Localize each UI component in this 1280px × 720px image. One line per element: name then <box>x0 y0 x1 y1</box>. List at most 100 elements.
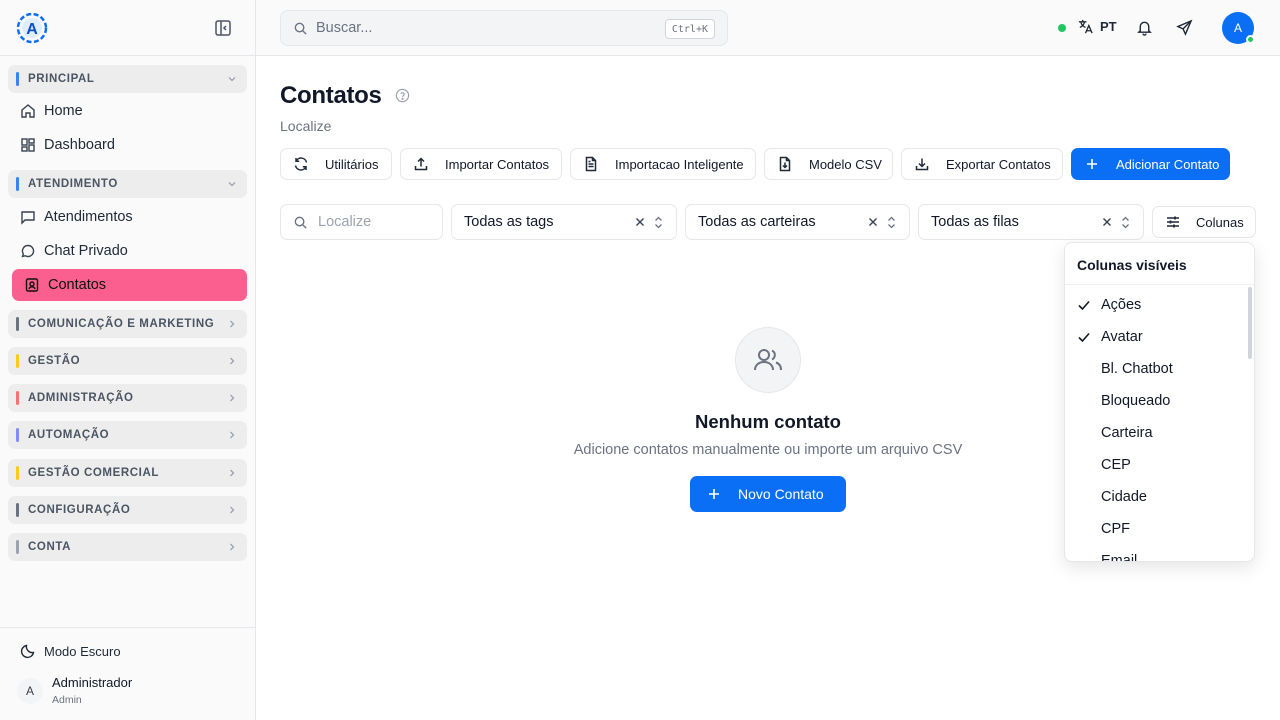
colunas-button[interactable]: Colunas <box>1152 206 1256 238</box>
nav-group-comunicacao[interactable]: COMUNICAÇÃO E MARKETING <box>8 310 247 338</box>
columns-dropdown-menu: Colunas visíveis Ações Avatar Bl. Chatbo… <box>1064 242 1255 562</box>
file-text-icon <box>583 156 599 172</box>
select-value: Todas as tags <box>464 214 554 230</box>
chevron-right-icon <box>227 319 237 329</box>
utilitarios-button[interactable]: Utilitários <box>280 148 392 180</box>
clear-icon[interactable] <box>1101 216 1113 228</box>
chevrons-up-down-icon <box>886 216 897 229</box>
topbar: Buscar... Ctrl+K PT A <box>256 0 1280 56</box>
column-option-bloqueado[interactable]: Bloqueado <box>1065 385 1245 417</box>
sidebar-item-home[interactable]: Home <box>12 95 247 127</box>
sidebar-item-label: Home <box>44 103 83 119</box>
column-option-label: Carteira <box>1101 425 1153 441</box>
column-option-acoes[interactable]: Ações <box>1065 289 1245 321</box>
app-logo[interactable]: A <box>16 12 48 44</box>
dropdown-scrollbar[interactable] <box>1248 287 1252 359</box>
filas-filter-select[interactable]: Todas as filas <box>918 204 1144 240</box>
button-label: Utilitários <box>325 156 379 172</box>
empty-state-title: Nenhum contato <box>695 411 841 432</box>
column-option-bl-chatbot[interactable]: Bl. Chatbot <box>1065 353 1245 385</box>
empty-state-illustration <box>735 327 801 393</box>
download-icon <box>914 156 930 172</box>
column-option-cep[interactable]: CEP <box>1065 449 1245 481</box>
nav-group-automacao[interactable]: AUTOMAÇÃO <box>8 421 247 449</box>
exportar-contatos-button[interactable]: Exportar Contatos <box>901 148 1063 180</box>
column-option-label: Cidade <box>1101 489 1147 505</box>
column-option-label: CPF <box>1101 521 1130 537</box>
chevron-right-icon <box>227 356 237 366</box>
dark-mode-toggle[interactable]: Modo Escuro <box>20 643 121 659</box>
carteiras-filter-select[interactable]: Todas as carteiras <box>685 204 910 240</box>
column-option-cpf[interactable]: CPF <box>1065 513 1245 545</box>
chevron-right-icon <box>227 505 237 515</box>
refresh-icon <box>293 156 309 172</box>
empty-state-description: Adicione contatos manualmente ou importe… <box>573 442 963 458</box>
nav-group-label: AUTOMAÇÃO <box>28 429 110 441</box>
sidebar-item-label: Chat Privado <box>44 243 128 259</box>
dashboard-icon <box>20 137 36 153</box>
bell-icon[interactable] <box>1136 19 1153 36</box>
nav-group-gestao[interactable]: GESTÃO <box>8 347 247 375</box>
user-name: Administrador <box>52 675 133 690</box>
search-placeholder: Localize <box>318 214 372 230</box>
novo-contato-button[interactable]: Novo Contato <box>690 476 846 512</box>
send-icon[interactable] <box>1176 19 1193 36</box>
sidebar-item-contatos[interactable]: Contatos <box>12 269 247 301</box>
connection-status-dot <box>1058 24 1066 32</box>
check-icon <box>1077 330 1091 344</box>
sidebar-item-atendimentos[interactable]: Atendimentos <box>12 201 247 233</box>
dark-mode-label: Modo Escuro <box>44 643 121 659</box>
upload-icon <box>413 156 429 172</box>
nav-group-gestao-comercial[interactable]: GESTÃO COMERCIAL <box>8 459 247 487</box>
select-value: Todas as carteiras <box>698 214 816 230</box>
column-option-label: Avatar <box>1101 329 1143 345</box>
select-value: Todas as filas <box>931 214 1019 230</box>
chevron-down-icon <box>227 74 237 84</box>
nav-group-principal[interactable]: PRINCIPAL <box>8 65 247 93</box>
column-option-email[interactable]: Email <box>1065 545 1245 562</box>
users-icon <box>752 344 784 376</box>
user-menu-avatar[interactable]: A <box>1222 12 1255 44</box>
contact-icon <box>24 277 40 293</box>
column-option-label: Ações <box>1101 297 1142 313</box>
global-search-input[interactable]: Buscar... Ctrl+K <box>280 10 728 46</box>
nav-group-configuracao[interactable]: CONFIGURAÇÃO <box>8 496 247 524</box>
contacts-search-input[interactable]: Localize <box>280 204 443 240</box>
column-option-carteira[interactable]: Carteira <box>1065 417 1245 449</box>
user-avatar[interactable]: A <box>17 678 43 704</box>
nav-group-administracao[interactable]: ADMINISTRAÇÃO <box>8 384 247 412</box>
adicionar-contato-button[interactable]: Adicionar Contato <box>1071 148 1230 180</box>
sidebar-item-dashboard[interactable]: Dashboard <box>12 129 247 161</box>
clear-icon[interactable] <box>634 216 646 228</box>
importar-contatos-button[interactable]: Importar Contatos <box>400 148 562 180</box>
column-option-avatar[interactable]: Avatar <box>1065 321 1245 353</box>
button-label: Colunas <box>1196 214 1244 230</box>
button-label: Modelo CSV <box>809 156 882 172</box>
modelo-csv-button[interactable]: Modelo CSV <box>764 148 893 180</box>
chevrons-up-down-icon <box>653 216 664 229</box>
column-option-cidade[interactable]: Cidade <box>1065 481 1245 513</box>
nav-group-atendimento[interactable]: ATENDIMENTO <box>8 170 247 198</box>
button-label: Adicionar Contato <box>1116 156 1220 172</box>
nav-group-label: GESTÃO <box>28 355 81 367</box>
page-subtitle: Localize <box>280 118 332 134</box>
search-shortcut: Ctrl+K <box>664 19 715 39</box>
svg-text:A: A <box>26 21 38 38</box>
sidebar-item-chat-privado[interactable]: Chat Privado <box>12 235 247 267</box>
nav-group-label: ATENDIMENTO <box>28 178 118 190</box>
nav-group-conta[interactable]: CONTA <box>8 533 247 561</box>
collapse-sidebar-icon[interactable] <box>213 18 233 38</box>
clear-icon[interactable] <box>867 216 879 228</box>
sidebar-item-label: Contatos <box>48 277 107 293</box>
language-switcher[interactable]: PT <box>1077 18 1117 35</box>
importacao-inteligente-button[interactable]: Importacao Inteligente <box>570 148 756 180</box>
sliders-icon <box>1165 214 1181 230</box>
button-label: Novo Contato <box>738 486 824 502</box>
chevron-right-icon <box>227 468 237 478</box>
nav-group-label: ADMINISTRAÇÃO <box>28 392 134 404</box>
nav-group-label: CONTA <box>28 541 72 553</box>
help-circle-icon[interactable] <box>395 88 410 103</box>
tags-filter-select[interactable]: Todas as tags <box>451 204 677 240</box>
column-option-label: Bl. Chatbot <box>1101 361 1173 377</box>
column-option-label: Email <box>1101 553 1138 562</box>
